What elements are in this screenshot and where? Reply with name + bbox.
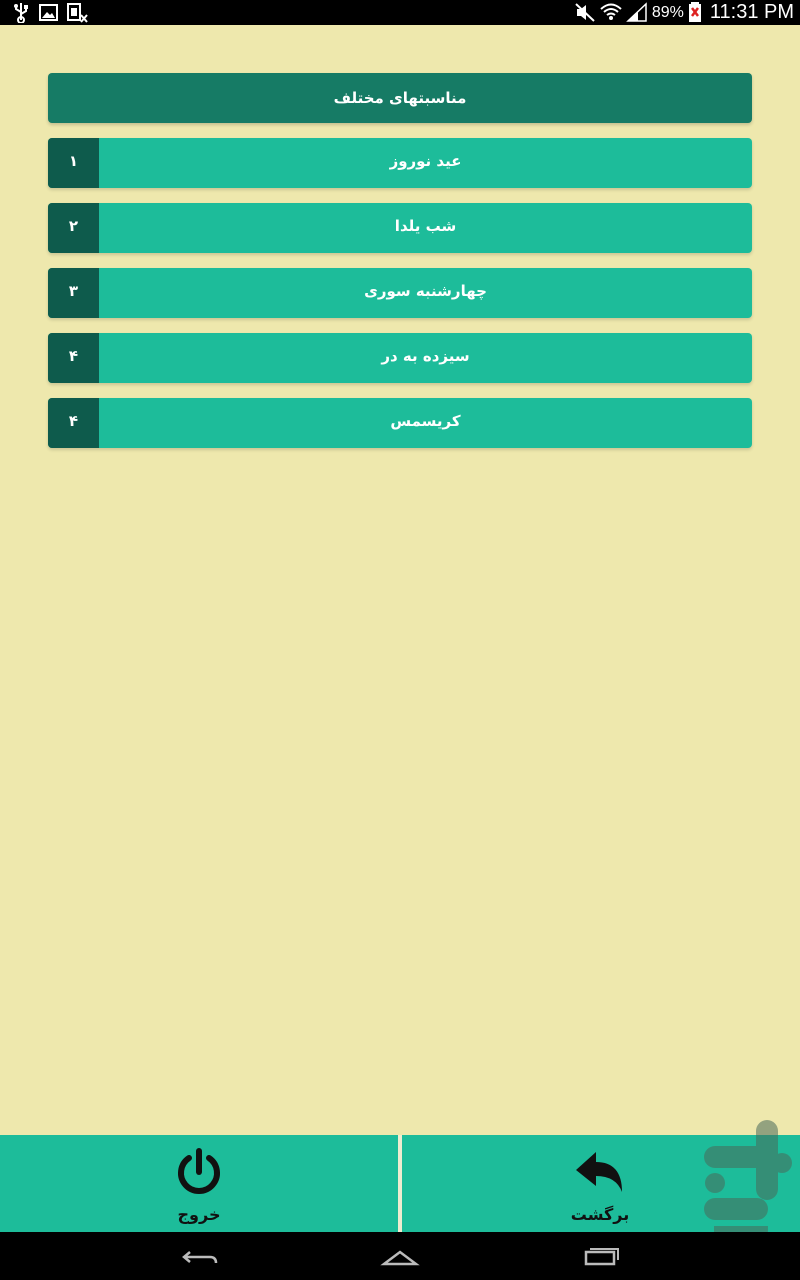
list-item-chaharshanbe-suri[interactable]: ۳ چهارشنبه سوری <box>48 268 752 318</box>
item-label: عید نوروز <box>389 152 462 170</box>
list-item-sizdah-bedar[interactable]: ۴ سیزده به در <box>48 333 752 383</box>
list-header: مناسبتهای مختلف <box>48 73 752 123</box>
status-bar: 89% 11:31 PM <box>0 0 800 25</box>
back-label: برگشت <box>570 1205 630 1224</box>
item-number: ۱ <box>48 138 99 188</box>
item-label: چهارشنبه سوری <box>364 282 487 300</box>
item-number: ۲ <box>48 203 99 253</box>
clock: 11:31 PM <box>709 1 794 23</box>
nav-recent-apps-icon[interactable] <box>580 1242 620 1270</box>
nav-back-icon[interactable] <box>180 1242 220 1270</box>
usb-icon <box>14 3 28 23</box>
list-item-christmas[interactable]: ۴ کریسمس <box>48 398 752 448</box>
item-number: ۳ <box>48 268 99 318</box>
item-label: کریسمس <box>390 412 461 430</box>
signal-icon <box>625 2 647 22</box>
status-right: 89% 11:31 PM <box>574 0 794 25</box>
reply-arrow-icon <box>576 1152 622 1192</box>
back-button[interactable]: برگشت <box>402 1135 800 1232</box>
item-label: شب یلدا <box>394 217 457 235</box>
mute-icon <box>575 3 595 22</box>
wifi-icon <box>600 3 622 20</box>
nav-home-icon[interactable] <box>380 1242 420 1270</box>
system-nav-bar <box>0 1232 800 1280</box>
list-item-yalda[interactable]: ۲ شب یلدا <box>48 203 752 253</box>
image-icon <box>39 4 58 21</box>
battery-icon <box>688 2 701 22</box>
battery-percentage: 89% <box>651 3 684 21</box>
power-icon <box>178 1148 220 1194</box>
exit-label: خروج <box>177 1205 221 1224</box>
bottom-toolbar: خروج برگشت <box>0 1135 800 1232</box>
content-area: مناسبتهای مختلف ۱ عید نوروز ۲ شب یلدا ۳ … <box>0 25 800 1135</box>
item-label: سیزده به در <box>381 347 470 365</box>
exit-button[interactable]: خروج <box>0 1135 398 1232</box>
list-item-nowruz[interactable]: ۱ عید نوروز <box>48 138 752 188</box>
sim-error-icon <box>67 3 88 23</box>
item-number: ۴ <box>48 398 99 448</box>
item-number: ۴ <box>48 333 99 383</box>
